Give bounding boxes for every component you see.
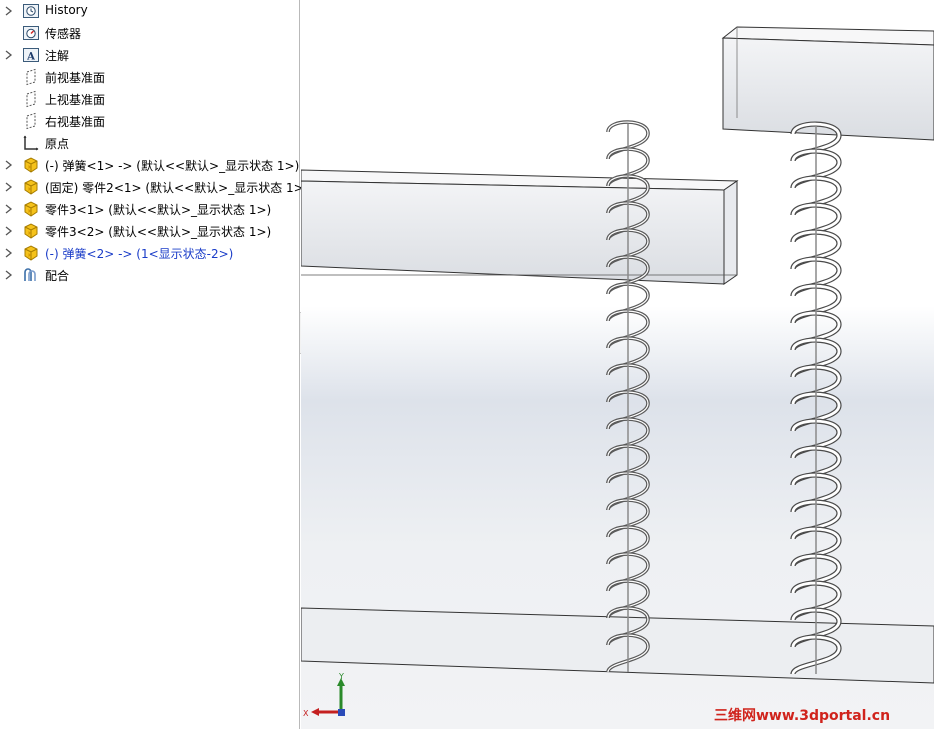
mates-icon bbox=[24, 268, 36, 281]
tree-item-part3-2[interactable]: 零件3<2> (默认<<默认>_显示状态 1>) bbox=[0, 220, 300, 242]
expand-arrow-icon[interactable] bbox=[5, 270, 13, 280]
tree-item-label: History bbox=[45, 3, 88, 17]
tree-item-label: 配合 bbox=[45, 269, 70, 283]
origin-icon bbox=[23, 135, 39, 151]
history-icon bbox=[23, 4, 39, 18]
tree-item-front-plane[interactable]: 前视基准面 bbox=[0, 66, 300, 88]
plane-icon bbox=[26, 68, 36, 86]
tree-item-label: 前视基准面 bbox=[45, 71, 106, 85]
tree-item-right-plane[interactable]: 右视基准面 bbox=[0, 110, 300, 132]
part-icon bbox=[24, 223, 38, 239]
expand-arrow-icon[interactable] bbox=[5, 226, 13, 236]
expand-arrow-icon[interactable] bbox=[5, 6, 13, 16]
view-orientation-triad: Y X bbox=[303, 672, 345, 718]
expand-arrow-icon[interactable] bbox=[5, 204, 13, 214]
x-axis-label: X bbox=[303, 709, 309, 718]
tree-item-label: (-) 弹簧<1> -> (默认<<默认>_显示状态 1>) bbox=[45, 159, 300, 173]
plane-icon bbox=[26, 112, 36, 130]
expand-arrow-icon[interactable] bbox=[5, 182, 13, 192]
y-axis-label: Y bbox=[338, 672, 344, 681]
plane-icon bbox=[26, 90, 36, 108]
tree-item-sensors[interactable]: 传感器 bbox=[0, 22, 300, 44]
tree-item-spring-2[interactable]: (-) 弹簧<2> -> (1<显示状态-2>) bbox=[0, 242, 300, 264]
expand-arrow-icon[interactable] bbox=[5, 50, 13, 60]
site-watermark: 三维网www.3dportal.cn bbox=[714, 708, 891, 724]
tree-item-history[interactable]: History bbox=[0, 0, 300, 22]
expand-arrow-icon[interactable] bbox=[5, 160, 13, 170]
tree-item-label: 上视基准面 bbox=[45, 93, 106, 107]
part-top-right-bar[interactable] bbox=[721, 26, 934, 141]
tree-item-label: 零件3<2> (默认<<默认>_显示状态 1>) bbox=[45, 225, 272, 239]
tree-item-label: 零件3<1> (默认<<默认>_显示状态 1>) bbox=[45, 203, 272, 217]
tree-item-part2-1[interactable]: (固定) 零件2<1> (默认<<默认>_显示状态 1>) bbox=[0, 176, 308, 198]
tree-item-part3-1[interactable]: 零件3<1> (默认<<默认>_显示状态 1>) bbox=[0, 198, 300, 220]
svg-text:A: A bbox=[26, 52, 35, 63]
x-axis-arrow-icon bbox=[311, 708, 319, 716]
feature-manager-tree: History 传感器 A 注解 前视基准面 上视基准面 右视基准面 原点 (-… bbox=[0, 0, 308, 729]
tree-item-top-plane[interactable]: 上视基准面 bbox=[0, 88, 300, 110]
sensor-icon bbox=[23, 26, 39, 40]
tree-item-origin[interactable]: 原点 bbox=[0, 132, 300, 154]
part-icon bbox=[24, 245, 38, 261]
tree-item-label: 右视基准面 bbox=[45, 115, 106, 129]
graphics-viewport[interactable] bbox=[301, 0, 934, 729]
part-icon bbox=[24, 157, 38, 173]
z-axis-icon bbox=[338, 709, 345, 716]
part-icon bbox=[24, 201, 38, 217]
tree-item-spring-1[interactable]: (-) 弹簧<1> -> (默认<<默认>_显示状态 1>) bbox=[0, 154, 300, 176]
tree-item-mates[interactable]: 配合 bbox=[0, 264, 300, 286]
expand-arrow-icon[interactable] bbox=[5, 248, 13, 258]
tree-item-annotations[interactable]: A 注解 bbox=[0, 44, 300, 66]
tree-item-label: 原点 bbox=[45, 137, 70, 151]
part-middle-left-bar[interactable] bbox=[301, 169, 739, 285]
tree-item-label: (固定) 零件2<1> (默认<<默认>_显示状态 1>) bbox=[45, 181, 309, 195]
tree-item-label: 注解 bbox=[45, 49, 70, 63]
tree-item-label: 传感器 bbox=[45, 27, 82, 41]
annotation-icon: A bbox=[23, 48, 39, 63]
part-icon bbox=[24, 179, 38, 195]
tree-item-label: (-) 弹簧<2> -> (1<显示状态-2>) bbox=[45, 247, 234, 261]
